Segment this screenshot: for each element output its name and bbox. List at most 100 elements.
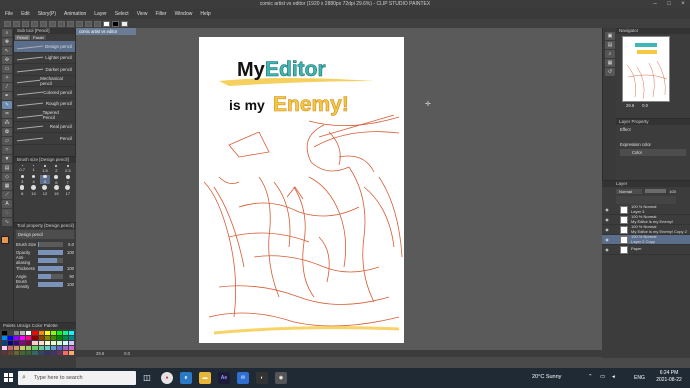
gradient-tool-icon[interactable]: ▤ <box>2 164 12 172</box>
layer-row[interactable]: ◉ 100 % Normal Layer 2 Copy <box>602 234 690 245</box>
blend-tool-icon[interactable]: ≈ <box>2 146 12 154</box>
palette-swatch[interactable] <box>2 336 8 340</box>
brush-size-option[interactable]: 15 <box>51 185 61 196</box>
menu-help[interactable]: Help <box>200 11 210 17</box>
palette-swatch[interactable] <box>56 336 62 340</box>
minimize-icon[interactable]: – <box>648 0 662 9</box>
white-color-icon[interactable] <box>103 20 110 27</box>
transform-icon[interactable] <box>58 20 65 27</box>
property-value[interactable]: 100 <box>63 266 74 271</box>
palette-swatch[interactable] <box>20 346 26 350</box>
palette-swatch[interactable] <box>68 351 74 355</box>
palette-swatch[interactable] <box>50 331 56 335</box>
palette-swatch[interactable] <box>38 331 44 335</box>
palette-swatch[interactable] <box>38 336 44 340</box>
save-icon[interactable] <box>22 20 29 27</box>
snap-ruler-icon[interactable] <box>94 20 101 27</box>
palette-swatch[interactable] <box>26 351 32 355</box>
brush-item[interactable]: Real pencil <box>14 122 75 133</box>
property-value[interactable]: 90 <box>63 274 74 279</box>
weather-widget[interactable]: 20°C Sunny <box>532 374 561 380</box>
deselect-icon[interactable] <box>67 20 74 27</box>
document-tab[interactable]: comic artist vs editor <box>76 28 136 35</box>
status-angle[interactable]: 0.0 <box>124 350 130 357</box>
palette-swatch[interactable] <box>32 336 38 340</box>
palette-swatch[interactable] <box>68 331 74 335</box>
main-color-swatch[interactable] <box>1 236 9 244</box>
operation-tool-icon[interactable]: ↖ <box>2 47 12 55</box>
palette-swatch[interactable] <box>20 331 26 335</box>
palette-swatch[interactable] <box>2 341 8 345</box>
eye-icon[interactable]: ◉ <box>604 217 610 222</box>
menu-story[interactable]: Story(P) <box>38 11 56 17</box>
sub-view-panel-icon[interactable]: ▤ <box>605 41 615 49</box>
brush-tool-icon[interactable]: ♒ <box>2 110 12 118</box>
figure-tool-icon[interactable]: ◇ <box>2 173 12 181</box>
status-zoom[interactable]: 29.6 <box>96 350 104 357</box>
palette-swatch[interactable] <box>14 346 20 350</box>
brush-item[interactable]: Darker pencil <box>14 64 75 76</box>
navigator-panel-icon[interactable]: ▣ <box>605 32 615 40</box>
black-color-icon[interactable] <box>112 20 119 27</box>
balloon-tool-icon[interactable]: ◌ <box>2 209 12 217</box>
property-slider[interactable] <box>38 241 63 247</box>
ruler-tool-icon[interactable]: ⟋ <box>2 191 12 199</box>
palette-swatch[interactable] <box>32 331 38 335</box>
palette-swatch[interactable] <box>62 346 68 350</box>
eraser-tool-icon[interactable]: ▱ <box>2 137 12 145</box>
menu-animation[interactable]: Animation <box>64 11 86 17</box>
menu-select[interactable]: Select <box>115 11 129 17</box>
taskbar-clock[interactable]: 6:24 PM 2021-08-22 <box>650 370 688 384</box>
brush-item[interactable]: Pencil <box>14 133 75 145</box>
volume-icon[interactable]: ◂ <box>612 374 615 380</box>
network-icon[interactable]: ▭ <box>600 374 605 380</box>
palette-swatch[interactable] <box>50 351 56 355</box>
property-value[interactable]: 100 <box>63 282 74 287</box>
auto-select-tool-icon[interactable]: ✧ <box>2 74 12 82</box>
maximize-icon[interactable]: □ <box>662 0 676 9</box>
palette-swatch[interactable] <box>44 331 50 335</box>
file-explorer-icon[interactable]: ▬ <box>199 372 211 384</box>
brush-item[interactable]: Rough pencil <box>14 99 75 110</box>
palette-swatch[interactable] <box>56 331 62 335</box>
brush-size-option[interactable]: 3 <box>17 175 27 184</box>
property-value[interactable]: 5.0 <box>63 242 74 247</box>
palette-swatch[interactable] <box>62 336 68 340</box>
undo-icon[interactable] <box>31 20 38 27</box>
brush-item[interactable]: Lighter pencil <box>14 53 75 64</box>
expression-color-select[interactable]: Color <box>620 149 686 156</box>
palette-swatch[interactable] <box>8 341 14 345</box>
property-slider[interactable] <box>38 257 63 263</box>
eyedropper-tool-icon[interactable]: ⁄ <box>2 83 12 91</box>
palette-swatch[interactable] <box>20 351 26 355</box>
move-tool-icon[interactable]: ✥ <box>2 38 12 46</box>
app-icon[interactable]: ◉ <box>275 372 287 384</box>
blend-mode-select[interactable]: Normal <box>616 188 642 194</box>
palette-swatch[interactable] <box>8 346 14 350</box>
palette-swatch[interactable] <box>2 331 8 335</box>
palette-swatch[interactable] <box>38 346 44 350</box>
navigator-angle[interactable]: 0.0 <box>642 103 648 108</box>
windows-start-icon[interactable] <box>4 373 14 383</box>
property-slider[interactable] <box>38 249 63 255</box>
brush-size-option[interactable]: 0.7 <box>17 165 27 174</box>
decoration-tool-icon[interactable]: ✿ <box>2 128 12 136</box>
palette-swatch[interactable] <box>44 346 50 350</box>
menu-layer[interactable]: Layer <box>94 11 107 17</box>
palette-swatch[interactable] <box>62 331 68 335</box>
eye-icon[interactable]: ◉ <box>604 207 610 212</box>
brush-item[interactable]: Tapered Pencil <box>14 110 75 122</box>
brush-size-option[interactable]: 6 <box>51 175 61 185</box>
eye-icon[interactable]: ◉ <box>604 227 610 232</box>
palette-swatch[interactable] <box>32 346 38 350</box>
brush-size-option[interactable]: 8 <box>17 185 27 196</box>
airbrush-tool-icon[interactable]: ⁂ <box>2 119 12 127</box>
zoom-tool-icon[interactable]: ⌕ <box>2 29 12 37</box>
layer-opacity-slider[interactable] <box>645 189 667 193</box>
property-slider[interactable] <box>38 265 63 271</box>
menu-view[interactable]: View <box>137 11 148 17</box>
text-tool-icon[interactable]: A <box>2 200 12 208</box>
close-icon[interactable]: × <box>676 0 690 9</box>
brush-item[interactable]: Mechanical pencil <box>14 76 75 87</box>
selection-tool-icon[interactable]: ▭ <box>2 65 12 73</box>
